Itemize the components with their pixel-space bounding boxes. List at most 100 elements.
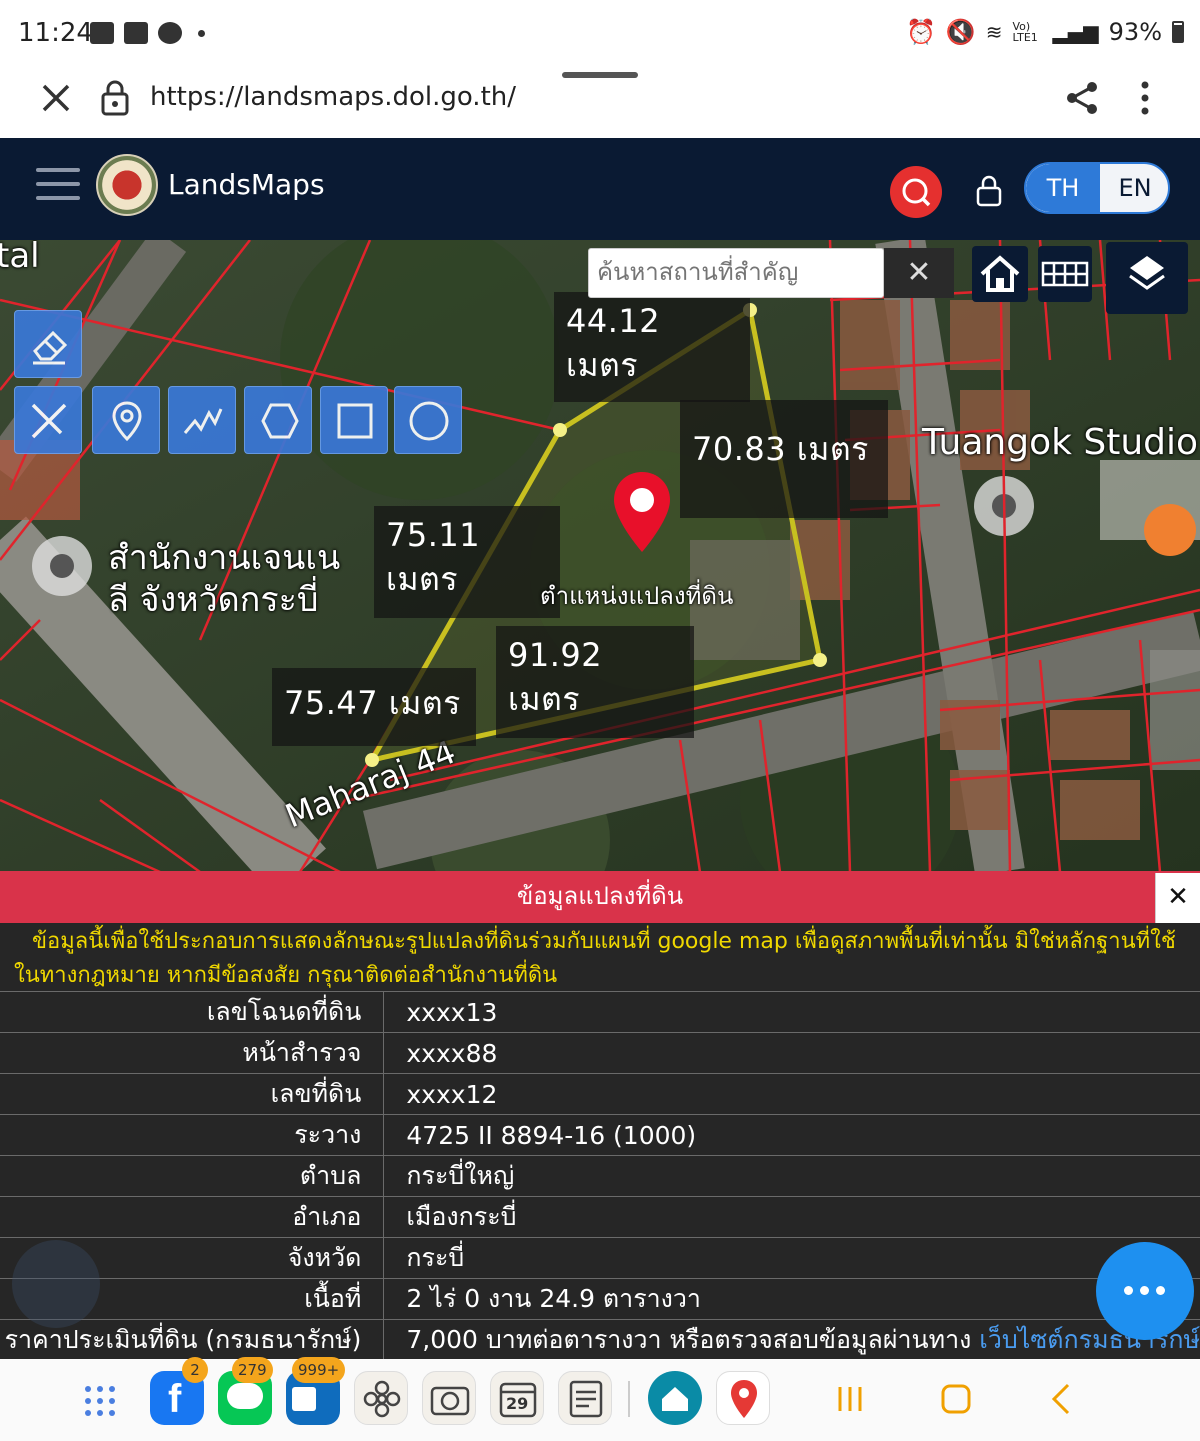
login-lock-icon[interactable] — [974, 174, 1004, 208]
recent-apps-icon[interactable] — [830, 1379, 870, 1419]
maps-app-icon[interactable] — [716, 1371, 770, 1425]
table-row: อำเภอ เมืองกระบี่ — [0, 1196, 1200, 1238]
disclaimer-text: ข้อมูลนี้เพื่อใช้ประกอบการแสดงลักษณะรูปแ… — [14, 929, 1176, 988]
row-value: 7,000 บาทต่อตารางวา หรือตรวจสอบข้อมูลผ่า… — [383, 1319, 1200, 1359]
home-app-icon — [662, 1387, 688, 1411]
home-button[interactable] — [972, 246, 1028, 302]
notification-icons — [90, 22, 205, 44]
measurement-label: 75.11 เมตร — [374, 506, 560, 618]
row-value: กระบี่ใหญ่ — [383, 1155, 1200, 1197]
url-text[interactable]: https://landsmaps.dol.go.th/ — [150, 82, 516, 112]
close-icon[interactable] — [38, 80, 74, 116]
map-place-office-line2: ลี จังหวัดกระบี่ — [108, 580, 319, 620]
rectangle-icon — [337, 403, 373, 439]
eraser-tool-button[interactable] — [14, 310, 82, 378]
polygon-tool-button[interactable] — [244, 386, 312, 454]
panel-close-button[interactable]: ✕ — [1155, 873, 1200, 923]
notes-icon — [569, 1380, 603, 1418]
ruler-pencil-icon — [31, 403, 67, 439]
outlook-app-icon[interactable]: 999+ — [286, 1357, 346, 1425]
google-maps-icon — [731, 1380, 757, 1418]
app-notification-icon — [90, 22, 114, 44]
drag-handle[interactable] — [562, 72, 638, 78]
status-right: ⏰ 🔇 ≋ Vo) LTE1 ▂▄▆ 93% — [906, 18, 1184, 46]
outlook-badge: 999+ — [292, 1357, 346, 1383]
more-options-fab[interactable] — [1096, 1242, 1194, 1340]
parcel-info-panel: ข้อมูลนี้เพื่อใช้ประกอบการแสดงลักษณะรูปแ… — [0, 923, 1200, 1359]
status-bar: 11:24 ⏰ 🔇 ≋ Vo) LTE1 ▂▄▆ 93% — [0, 0, 1200, 68]
table-row: ราคาประเมินที่ดิน (กรมธนารักษ์) 7,000 บาท… — [0, 1319, 1200, 1359]
line-app-icon[interactable]: 279 — [218, 1357, 273, 1425]
row-value: xxxx88 — [383, 1032, 1200, 1074]
circle-tool-button[interactable] — [394, 386, 462, 454]
search-button[interactable] — [890, 166, 942, 218]
row-label: เลขโฉนดที่ดิน — [0, 991, 385, 1033]
mute-icon: 🔇 — [945, 18, 976, 46]
grid-button[interactable] — [1038, 246, 1092, 302]
circle-icon — [409, 401, 449, 441]
point-tool-button[interactable] — [92, 386, 160, 454]
share-icon[interactable] — [1064, 80, 1100, 116]
screen: 11:24 ⏰ 🔇 ≋ Vo) LTE1 ▂▄▆ 93% https://lan… — [0, 0, 1200, 1441]
table-row: จังหวัด กระบี่ — [0, 1237, 1200, 1279]
panel-title: ข้อมูลแปลงที่ดิน — [0, 871, 1200, 923]
flower-icon — [363, 1380, 401, 1418]
map-place-tal: tal — [0, 240, 40, 276]
brand-name: LandsMaps — [168, 168, 325, 201]
facebook-app-icon[interactable]: f 2 — [150, 1357, 208, 1425]
table-row: ตำบล กระบี่ใหญ่ — [0, 1155, 1200, 1197]
notes-app-icon[interactable] — [558, 1371, 612, 1425]
table-row: เลขที่ดิน xxxx12 — [0, 1073, 1200, 1115]
map-marker-icon — [112, 401, 142, 442]
hamburger-menu-icon[interactable] — [36, 168, 80, 204]
polyline-icon — [183, 408, 223, 434]
app-drawer-icon[interactable] — [80, 1381, 120, 1421]
network-label: Vo) LTE1 — [1012, 20, 1038, 44]
search-clear-button[interactable]: ✕ — [884, 248, 954, 298]
back-nav-icon[interactable] — [1042, 1379, 1082, 1419]
camera-app-icon[interactable] — [422, 1371, 476, 1425]
camera-icon — [430, 1386, 470, 1416]
measurement-label: 44.12 เมตร — [554, 292, 750, 402]
measure-tool-button[interactable] — [14, 386, 82, 454]
rectangle-tool-button[interactable] — [320, 386, 388, 454]
layers-icon — [1129, 256, 1165, 290]
parcel-info-table: เลขโฉนดที่ดิน xxxx13 หน้าสำรวจ xxxx88 เลขท… — [0, 991, 1200, 1359]
table-row: เลขโฉนดที่ดิน xxxx13 — [0, 991, 1200, 1033]
status-time: 11:24 — [18, 18, 93, 48]
row-label: ระวาง — [0, 1114, 385, 1156]
grid-icon — [1041, 261, 1089, 287]
home-nav-icon[interactable] — [936, 1379, 976, 1419]
smart-home-app-icon[interactable] — [648, 1371, 702, 1425]
browser-url-bar: https://landsmaps.dol.go.th/ — [0, 68, 1200, 138]
price-text: 7,000 บาทต่อตารางวา หรือตรวจสอบข้อมูลผ่า… — [406, 1325, 972, 1354]
department-of-lands-logo — [96, 154, 158, 216]
dock-divider — [628, 1381, 630, 1417]
lang-th-button[interactable]: TH — [1026, 164, 1100, 212]
more-vertical-icon[interactable] — [1132, 80, 1158, 116]
lang-en-button[interactable]: EN — [1100, 164, 1168, 212]
lock-icon[interactable] — [100, 80, 130, 116]
wifi-icon: ≋ — [985, 20, 1003, 44]
row-label: ตำบล — [0, 1155, 385, 1197]
line-badge: 279 — [232, 1357, 273, 1383]
map-view[interactable]: tal Tuangok Studio สำนักงานเจนเน ลี จังห… — [0, 240, 1200, 872]
eraser-icon — [33, 330, 68, 365]
row-value: 2 ไร่ 0 งาน 24.9 ตารางวา — [383, 1278, 1200, 1320]
flower-app-icon[interactable] — [354, 1371, 408, 1425]
place-search-input[interactable] — [588, 248, 884, 298]
more-notifications-dot — [198, 29, 205, 37]
gallery-icon — [124, 22, 148, 44]
location-pin-icon[interactable] — [612, 470, 672, 554]
row-label: เลขที่ดิน — [0, 1073, 385, 1115]
table-row: ระวาง 4725 II 8894-16 (1000) — [0, 1114, 1200, 1156]
calendar-app-icon[interactable]: 29 — [490, 1371, 544, 1425]
home-icon — [980, 255, 1020, 292]
row-value: เมืองกระบี่ — [383, 1196, 1200, 1238]
info-overlay-button[interactable] — [12, 1240, 100, 1328]
line-tool-button[interactable] — [168, 386, 236, 454]
table-row: เนื้อที่ 2 ไร่ 0 งาน 24.9 ตารางวา — [0, 1278, 1200, 1320]
battery-percent: 93% — [1108, 18, 1162, 46]
measurement-label: 75.47 เมตร — [272, 668, 476, 746]
layers-button[interactable] — [1106, 242, 1188, 314]
